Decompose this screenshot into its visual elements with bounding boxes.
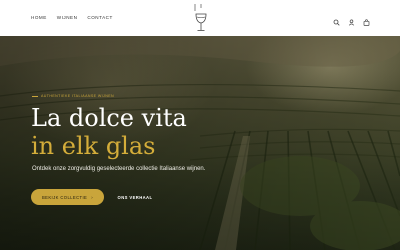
header-icons: [333, 13, 370, 26]
our-story-button[interactable]: ONS VERHAAL: [110, 189, 160, 205]
site-header: HOME WIJNEN CONTACT: [0, 0, 400, 36]
wine-glass-logo[interactable]: [192, 2, 210, 34]
hero-subtitle: Ontdek onze zorgvuldig geselecteerde col…: [32, 166, 206, 172]
view-collection-button[interactable]: BEKIJK COLLECTIE ›: [31, 189, 104, 205]
hero-title-line2: in elk glas: [31, 132, 156, 160]
user-icon[interactable]: [348, 13, 355, 26]
nav-home-link[interactable]: HOME: [31, 15, 47, 20]
main-nav: HOME WIJNEN CONTACT: [31, 15, 113, 20]
nav-wijnen-link[interactable]: WIJNEN: [57, 15, 78, 20]
our-story-label: ONS VERHAAL: [117, 194, 153, 200]
nav-contact-link[interactable]: CONTACT: [87, 15, 112, 20]
eyebrow-text: AUTHENTIEKE ITALIAANSE WIJNEN: [41, 94, 115, 98]
search-icon[interactable]: [333, 13, 340, 26]
hero-title-line1: La dolce vita: [31, 104, 187, 132]
eyebrow-line: [32, 95, 38, 97]
chevron-right-icon: ›: [91, 194, 94, 200]
cart-icon[interactable]: [363, 13, 370, 26]
hero-eyebrow: AUTHENTIEKE ITALIAANSE WIJNEN: [32, 94, 114, 98]
view-collection-label: BEKIJK COLLECTIE: [41, 194, 88, 200]
